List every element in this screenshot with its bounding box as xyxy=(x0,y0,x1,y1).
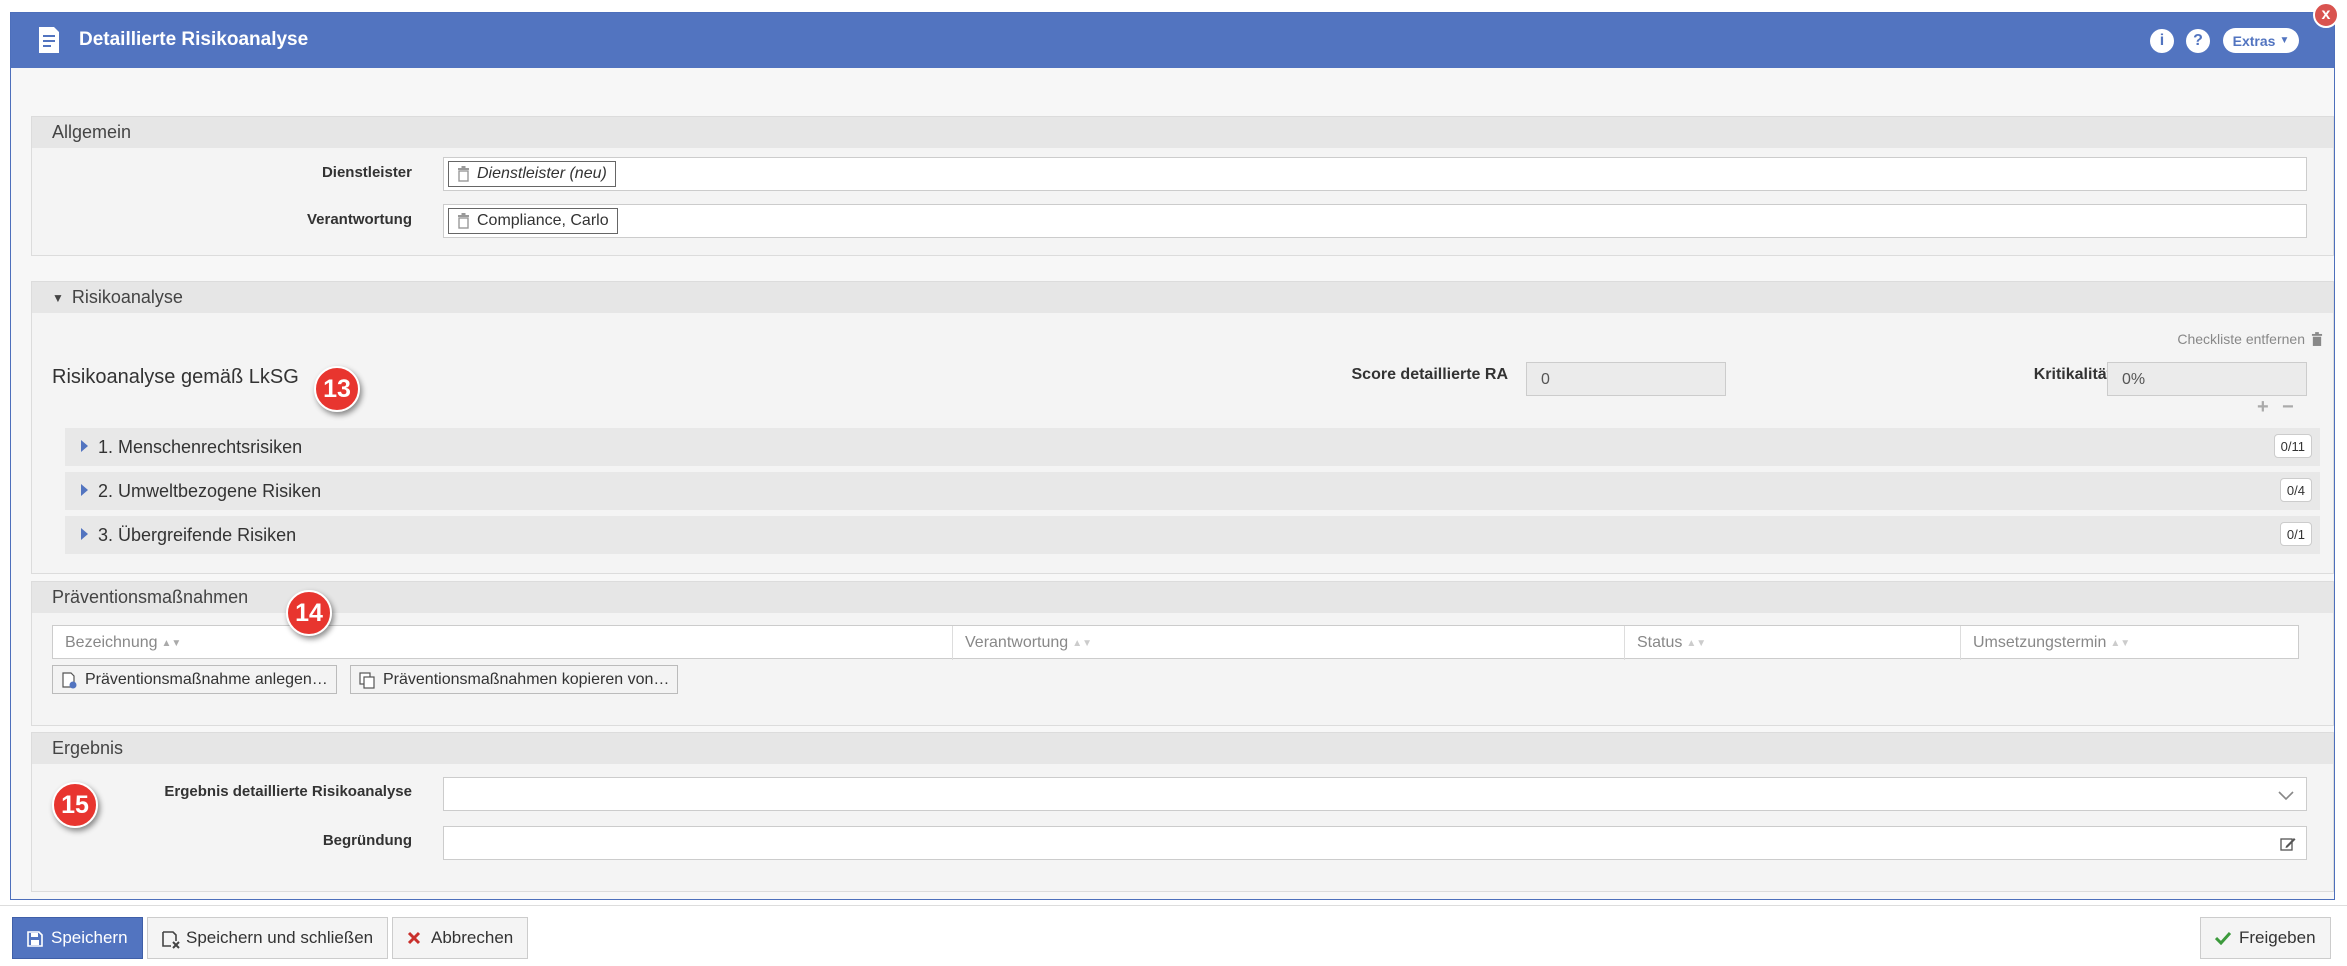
risk-row-count: 0/1 xyxy=(2279,522,2312,546)
column-status[interactable]: Status ▲▼ xyxy=(1625,626,1961,660)
column-verantwortung-label: Verantwortung xyxy=(965,634,1069,651)
panel-risikoanalyse-heading[interactable]: ▼ Risikoanalyse xyxy=(32,282,2333,313)
risk-row-label: 3. Übergreifende Risiken xyxy=(98,525,297,545)
expand-all-icon[interactable]: + xyxy=(2257,396,2269,419)
risk-row[interactable]: 1. Menschenrechtsrisiken 0/11 xyxy=(65,428,2320,466)
panel-allgemein-heading: Allgemein xyxy=(32,117,2333,148)
column-bezeichnung-label: Bezeichnung xyxy=(65,634,158,651)
edit-icon[interactable] xyxy=(2280,836,2296,852)
verantwortung-tag[interactable]: Compliance, Carlo xyxy=(448,208,618,234)
add-praevention-button[interactable]: Präventionsmaßnahme anlegen… xyxy=(52,665,337,694)
risk-row-label: 2. Umweltbezogene Risiken xyxy=(98,481,322,501)
sort-icon: ▲▼ xyxy=(1686,637,1707,649)
score-field: 0 xyxy=(1526,362,1726,396)
risk-row-label: 1. Menschenrechtsrisiken xyxy=(98,437,303,457)
risk-row-count: 0/11 xyxy=(2273,434,2312,458)
panel-risikoanalyse: ▼ Risikoanalyse Checkliste entfernen Ris… xyxy=(31,281,2334,574)
remove-checklist-label: Checkliste entfernen xyxy=(2177,331,2305,347)
caret-right-icon xyxy=(81,484,88,496)
caret-right-icon xyxy=(81,528,88,540)
add-praevention-label: Präventionsmaßnahme anlegen… xyxy=(85,670,328,688)
save-and-close-label: Speichern und schließen xyxy=(186,928,374,947)
release-label: Freigeben xyxy=(2239,928,2316,947)
extras-button[interactable]: Extras ▼ xyxy=(2223,28,2299,53)
risikoanalyse-heading-label: Risikoanalyse xyxy=(71,287,183,307)
cancel-button[interactable]: Abbrechen xyxy=(392,917,529,959)
help-icon[interactable]: ? xyxy=(2186,29,2210,53)
column-umsetzungstermin[interactable]: Umsetzungstermin ▲▼ xyxy=(1961,626,2298,660)
dienstleister-tag[interactable]: Dienstleister (neu) xyxy=(448,161,616,187)
release-button[interactable]: Freigeben xyxy=(2200,917,2331,959)
annotation-marker-15: 15 xyxy=(52,782,98,828)
chevron-down-icon xyxy=(2278,791,2294,801)
checklist-title: Risikoanalyse gemäß LkSG xyxy=(52,366,299,388)
kritikalitaet-label: Kritikalität xyxy=(2033,366,2112,383)
caret-right-icon xyxy=(81,440,88,452)
column-verantwortung[interactable]: Verantwortung ▲▼ xyxy=(953,626,1625,660)
risk-row-count: 0/4 xyxy=(2279,478,2312,502)
floppy-disk-icon xyxy=(27,931,43,947)
panel-praevention-heading: Präventionsmaßnahmen xyxy=(32,582,2333,613)
copy-icon xyxy=(359,672,375,689)
panel-ergebnis-heading: Ergebnis xyxy=(32,733,2333,764)
sort-asc-icon: ▲▼ xyxy=(161,637,182,649)
save-close-icon xyxy=(162,931,180,949)
score-label: Score detaillierte RA xyxy=(1351,366,1509,383)
save-label: Speichern xyxy=(51,928,128,947)
remove-checklist-link[interactable]: Checkliste entfernen xyxy=(2177,331,2323,347)
cancel-label: Abbrechen xyxy=(431,928,514,947)
checkmark-icon xyxy=(2215,931,2231,945)
verantwortung-field[interactable]: Compliance, Carlo xyxy=(443,204,2307,238)
risk-row[interactable]: 2. Umweltbezogene Risiken 0/4 xyxy=(65,472,2320,510)
kritikalitaet-field: 0% xyxy=(2107,362,2307,396)
caret-down-icon: ▼ xyxy=(52,290,64,305)
panel-praevention: Präventionsmaßnahmen Bezeichnung ▲▼ Vera… xyxy=(31,581,2334,726)
title-bar: Detaillierte Risikoanalyse i ? Extras ▼ xyxy=(11,13,2334,68)
sort-icon: ▲▼ xyxy=(1072,637,1092,649)
add-document-icon xyxy=(62,672,77,689)
column-umsetzungstermin-label: Umsetzungstermin xyxy=(1973,634,2107,651)
ergebnis-select[interactable] xyxy=(443,777,2307,811)
dienstleister-label: Dienstleister xyxy=(321,164,412,181)
save-button[interactable]: Speichern xyxy=(12,917,143,959)
trash-icon[interactable] xyxy=(457,213,470,229)
info-icon[interactable]: i xyxy=(2150,29,2174,53)
save-and-close-button[interactable]: Speichern und schließen xyxy=(147,917,389,959)
begruendung-label: Begründung xyxy=(322,832,412,849)
column-bezeichnung[interactable]: Bezeichnung ▲▼ xyxy=(53,626,953,660)
copy-praevention-button[interactable]: Präventionsmaßnahmen kopieren von… xyxy=(350,665,679,694)
footer-divider xyxy=(0,905,2347,906)
dialog-title: Detaillierte Risikoanalyse xyxy=(79,29,309,50)
collapse-all-icon[interactable]: − xyxy=(2282,396,2294,419)
annotation-marker-13: 13 xyxy=(314,366,360,412)
caret-down-icon: ▼ xyxy=(2279,35,2290,46)
dialog-window: Detaillierte Risikoanalyse i ? Extras ▼ … xyxy=(10,12,2335,900)
dienstleister-value: Dienstleister (neu) xyxy=(477,165,607,182)
cancel-x-icon xyxy=(407,931,421,945)
begruendung-field[interactable] xyxy=(443,826,2307,860)
praevention-table-header: Bezeichnung ▲▼ Verantwortung ▲▼ Status ▲… xyxy=(52,625,2299,660)
copy-praevention-label: Präventionsmaßnahmen kopieren von… xyxy=(383,670,670,688)
dienstleister-field[interactable]: Dienstleister (neu) xyxy=(443,157,2307,191)
risk-row[interactable]: 3. Übergreifende Risiken 0/1 xyxy=(65,516,2320,554)
document-icon xyxy=(39,27,59,53)
trash-icon[interactable] xyxy=(457,166,470,182)
verantwortung-value: Compliance, Carlo xyxy=(477,212,609,229)
trash-icon xyxy=(2311,331,2323,346)
column-status-label: Status xyxy=(1637,634,1683,651)
sort-icon: ▲▼ xyxy=(2110,637,2131,649)
close-icon[interactable]: x xyxy=(2313,2,2339,28)
verantwortung-label: Verantwortung xyxy=(306,211,412,228)
annotation-marker-14: 14 xyxy=(286,590,332,636)
extras-label: Extras xyxy=(2232,32,2276,49)
panel-allgemein: Allgemein Dienstleister Dienstleister (n… xyxy=(31,116,2334,256)
panel-ergebnis: Ergebnis Ergebnis detaillierte Risikoana… xyxy=(31,732,2334,892)
